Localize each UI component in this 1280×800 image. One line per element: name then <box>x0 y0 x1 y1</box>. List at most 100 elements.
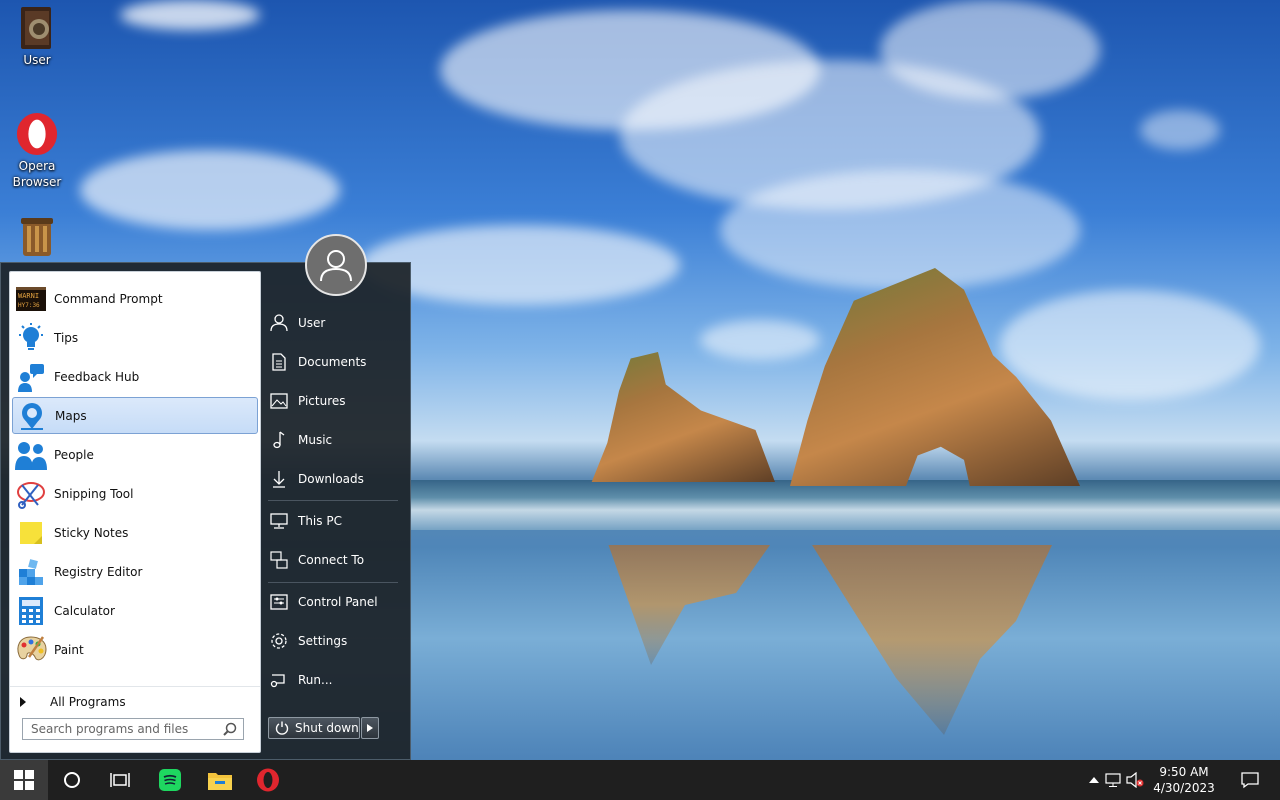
scissors-icon <box>14 477 48 511</box>
shutdown-options-button[interactable] <box>361 717 379 739</box>
power-icon <box>275 721 289 735</box>
place-label: Control Panel <box>298 595 378 609</box>
program-label: Paint <box>54 642 84 657</box>
place-connect-to[interactable]: Connect To <box>268 545 400 575</box>
place-label: Music <box>298 433 333 447</box>
palette-icon <box>14 633 48 667</box>
place-label: Downloads <box>298 472 364 486</box>
desktop-icon-user[interactable]: User <box>4 6 70 68</box>
recycle-bin-icon <box>15 214 59 258</box>
program-calculator[interactable]: Calculator <box>12 592 258 629</box>
desktop-icon-label: Browser <box>12 175 62 189</box>
search-icon <box>223 722 237 739</box>
place-label: Run... <box>298 673 333 687</box>
control-panel-icon <box>268 591 290 613</box>
desktop-icon-label: Opera <box>18 159 56 173</box>
program-feedback-hub[interactable]: Feedback Hub <box>12 358 258 395</box>
registry-icon <box>14 555 48 589</box>
program-label: People <box>54 447 94 462</box>
search-button[interactable] <box>48 760 96 800</box>
all-programs-button[interactable]: All Programs <box>10 686 260 716</box>
monitor-icon <box>268 510 290 532</box>
chevron-right-icon <box>367 724 373 732</box>
separator <box>268 500 398 501</box>
program-tips[interactable]: Tips <box>12 319 258 356</box>
download-icon <box>268 468 290 490</box>
place-documents[interactable]: Documents <box>268 347 400 377</box>
task-view-icon <box>110 773 130 787</box>
program-snipping-tool[interactable]: Snipping Tool <box>12 475 258 512</box>
program-label: Feedback Hub <box>54 369 140 384</box>
music-note-icon <box>268 429 290 451</box>
network-icon[interactable] <box>1102 772 1124 788</box>
gear-icon <box>268 630 290 652</box>
command-prompt-icon: WARNI HY7:36 <box>14 282 48 316</box>
user-icon <box>268 312 290 334</box>
notification-icon <box>1241 772 1259 789</box>
lightbulb-icon <box>14 321 48 355</box>
place-music[interactable]: Music <box>268 425 400 455</box>
place-user[interactable]: User <box>268 308 400 338</box>
map-pin-icon <box>15 399 49 433</box>
separator <box>268 582 398 583</box>
programs-pane: WARNI HY7:36 Command Prompt Tips Feedback… <box>9 271 261 753</box>
document-icon <box>268 351 290 373</box>
opera-icon <box>15 112 59 156</box>
connect-icon <box>268 549 290 571</box>
place-pictures[interactable]: Pictures <box>268 386 400 416</box>
system-clock[interactable]: 9:50 AM 4/30/2023 <box>1144 764 1224 796</box>
program-label: Snipping Tool <box>54 486 134 501</box>
user-folder-icon <box>15 6 59 50</box>
desktop-icon-recycle[interactable] <box>4 214 70 260</box>
volume-muted-icon[interactable] <box>1124 772 1146 788</box>
start-button[interactable] <box>0 760 48 800</box>
all-programs-label: All Programs <box>50 694 126 709</box>
calculator-icon <box>14 594 48 628</box>
svg-text:HY7:36: HY7:36 <box>18 302 40 309</box>
place-this-pc[interactable]: This PC <box>268 506 400 536</box>
user-avatar[interactable] <box>305 234 367 296</box>
taskbar-opera[interactable] <box>244 760 292 800</box>
place-control-panel[interactable]: Control Panel <box>268 587 400 617</box>
place-settings[interactable]: Settings <box>268 626 400 656</box>
program-label: Sticky Notes <box>54 525 129 540</box>
opera-icon <box>257 768 279 792</box>
program-command-prompt[interactable]: WARNI HY7:36 Command Prompt <box>12 280 258 317</box>
place-label: Settings <box>298 634 348 648</box>
folder-icon <box>208 773 232 790</box>
shutdown-label: Shut down <box>295 721 359 735</box>
cortana-circle-icon <box>64 772 80 788</box>
place-downloads[interactable]: Downloads <box>268 464 400 494</box>
system-tray <box>1086 760 1146 800</box>
chevron-up-icon[interactable] <box>1086 777 1102 783</box>
svg-text:WARNI: WARNI <box>18 292 39 300</box>
sticky-note-icon <box>14 516 48 550</box>
place-label: Documents <box>298 355 367 369</box>
place-run[interactable]: Run... <box>268 665 400 695</box>
program-sticky-notes[interactable]: Sticky Notes <box>12 514 258 551</box>
task-view-button[interactable] <box>96 760 144 800</box>
taskbar-file-explorer[interactable] <box>196 760 244 800</box>
desktop-icon-opera[interactable]: Opera Browser <box>4 112 70 190</box>
windows-logo-icon <box>14 770 34 790</box>
clock-time: 9:50 AM <box>1159 765 1209 779</box>
program-registry-editor[interactable]: Registry Editor <box>12 553 258 590</box>
program-label: Tips <box>54 330 79 345</box>
action-center-button[interactable] <box>1226 760 1274 800</box>
taskbar: 9:50 AM 4/30/2023 <box>0 760 1280 800</box>
search-input[interactable]: Search programs and files <box>22 718 244 740</box>
people-icon <box>14 438 48 472</box>
feedback-icon <box>14 360 48 394</box>
program-maps[interactable]: Maps <box>12 397 258 434</box>
program-people[interactable]: People <box>12 436 258 473</box>
clock-date: 4/30/2023 <box>1153 781 1215 795</box>
shutdown-button[interactable]: Shut down <box>268 717 360 739</box>
desktop-icon-label: User <box>23 53 51 67</box>
triangle-right-icon <box>20 696 26 707</box>
program-label: Maps <box>55 408 87 423</box>
program-paint[interactable]: Paint <box>12 631 258 668</box>
program-label: Command Prompt <box>54 291 163 306</box>
taskbar-spotify[interactable] <box>146 760 194 800</box>
spotify-icon <box>159 769 181 791</box>
place-label: Pictures <box>298 394 346 408</box>
